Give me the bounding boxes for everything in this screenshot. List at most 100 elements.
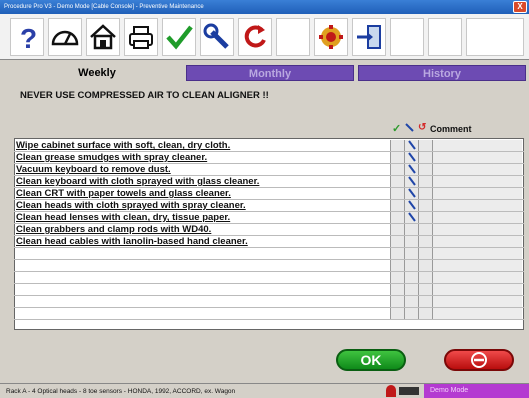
wrench-cell[interactable] [404,260,418,271]
task-row[interactable]: Wipe cabinet surface with soft, clean, d… [14,140,524,152]
close-button[interactable]: X [513,1,527,13]
tab-monthly[interactable]: Monthly [186,65,354,81]
task-row[interactable]: Clean head cables with lanolin-based han… [14,236,524,248]
check-cell[interactable] [390,188,404,199]
check-cell[interactable] [390,308,404,319]
check-cell[interactable] [390,140,404,151]
help-button[interactable]: ? [10,18,44,56]
wrench-cell[interactable] [404,284,418,295]
comment-cell[interactable] [432,200,522,211]
check-cell[interactable] [390,284,404,295]
undo-cell[interactable] [418,236,432,247]
settings-button[interactable] [314,18,348,56]
wrench-cell[interactable] [404,188,418,199]
task-text: Clean grabbers and clamp rods with WD40. [16,224,212,235]
comment-cell[interactable] [432,272,522,283]
tab-weekly[interactable]: Weekly [8,65,186,81]
comment-cell[interactable] [432,260,522,271]
wrench-cell[interactable] [404,152,418,163]
undo-cell[interactable] [418,308,432,319]
comment-cell[interactable] [432,188,522,199]
wrench-cell[interactable] [404,248,418,259]
wrench-icon [408,212,416,222]
task-row[interactable]: Clean grabbers and clamp rods with WD40. [14,224,524,236]
reset-button[interactable] [238,18,272,56]
task-row[interactable] [14,296,524,308]
wrench-cell[interactable] [404,176,418,187]
wrench-cell[interactable] [404,200,418,211]
cancel-button[interactable] [444,349,514,371]
task-row[interactable]: Clean CRT with paper towels and glass cl… [14,188,524,200]
check-cell[interactable] [390,176,404,187]
blank-toolbar-slot-4 [466,18,524,56]
wrench-cell[interactable] [404,164,418,175]
task-row[interactable]: Clean heads with cloth sprayed with spra… [14,200,524,212]
tab-history[interactable]: History [358,65,526,81]
task-row[interactable] [14,272,524,284]
check-cell[interactable] [390,260,404,271]
undo-cell[interactable] [418,140,432,151]
task-text [16,248,390,259]
comment-cell[interactable] [432,164,522,175]
print-button[interactable] [124,18,158,56]
tools-button[interactable] [200,18,234,56]
house-icon [90,24,116,50]
undo-cell[interactable] [418,164,432,175]
task-row[interactable]: Clean grease smudges with spray cleaner. [14,152,524,164]
undo-cell[interactable] [418,152,432,163]
wrench-cell[interactable] [404,140,418,151]
home-button[interactable] [86,18,120,56]
check-cell[interactable] [390,212,404,223]
check-cell[interactable] [390,152,404,163]
exit-door-icon [357,25,381,49]
task-text [16,260,390,271]
comment-cell[interactable] [432,308,522,319]
tab-strip: Weekly Monthly History [0,62,529,82]
task-row[interactable] [14,284,524,296]
wrench-cell[interactable] [404,272,418,283]
undo-cell[interactable] [418,248,432,259]
comment-cell[interactable] [432,296,522,307]
comment-cell[interactable] [432,140,522,151]
check-cell[interactable] [390,248,404,259]
check-cell[interactable] [390,200,404,211]
comment-cell[interactable] [432,224,522,235]
task-row[interactable] [14,260,524,272]
wrench-cell[interactable] [404,236,418,247]
check-cell[interactable] [390,296,404,307]
wrench-cell[interactable] [404,296,418,307]
head-icon [399,387,419,395]
task-row[interactable] [14,248,524,260]
task-row[interactable]: Vacuum keyboard to remove dust. [14,164,524,176]
undo-cell[interactable] [418,200,432,211]
undo-cell[interactable] [418,224,432,235]
undo-cell[interactable] [418,296,432,307]
approve-button[interactable] [162,18,196,56]
comment-cell[interactable] [432,176,522,187]
check-cell[interactable] [390,224,404,235]
task-row[interactable] [14,308,524,320]
task-row[interactable]: Clean keyboard with cloth sprayed with g… [14,176,524,188]
comment-cell[interactable] [432,236,522,247]
wrench-cell[interactable] [404,308,418,319]
check-cell[interactable] [390,272,404,283]
comment-cell[interactable] [432,284,522,295]
wrench-cell[interactable] [404,212,418,223]
comment-cell[interactable] [432,212,522,223]
undo-cell[interactable] [418,176,432,187]
task-text: Wipe cabinet surface with soft, clean, d… [16,140,231,151]
undo-cell[interactable] [418,260,432,271]
gauge-button[interactable] [48,18,82,56]
exit-button[interactable] [352,18,386,56]
comment-cell[interactable] [432,152,522,163]
wrench-cell[interactable] [404,224,418,235]
ok-button[interactable]: OK [336,349,406,371]
undo-cell[interactable] [418,212,432,223]
undo-cell[interactable] [418,272,432,283]
comment-cell[interactable] [432,248,522,259]
undo-cell[interactable] [418,188,432,199]
check-cell[interactable] [390,236,404,247]
undo-cell[interactable] [418,284,432,295]
check-cell[interactable] [390,164,404,175]
task-row[interactable]: Clean head lenses with clean, dry, tissu… [14,212,524,224]
